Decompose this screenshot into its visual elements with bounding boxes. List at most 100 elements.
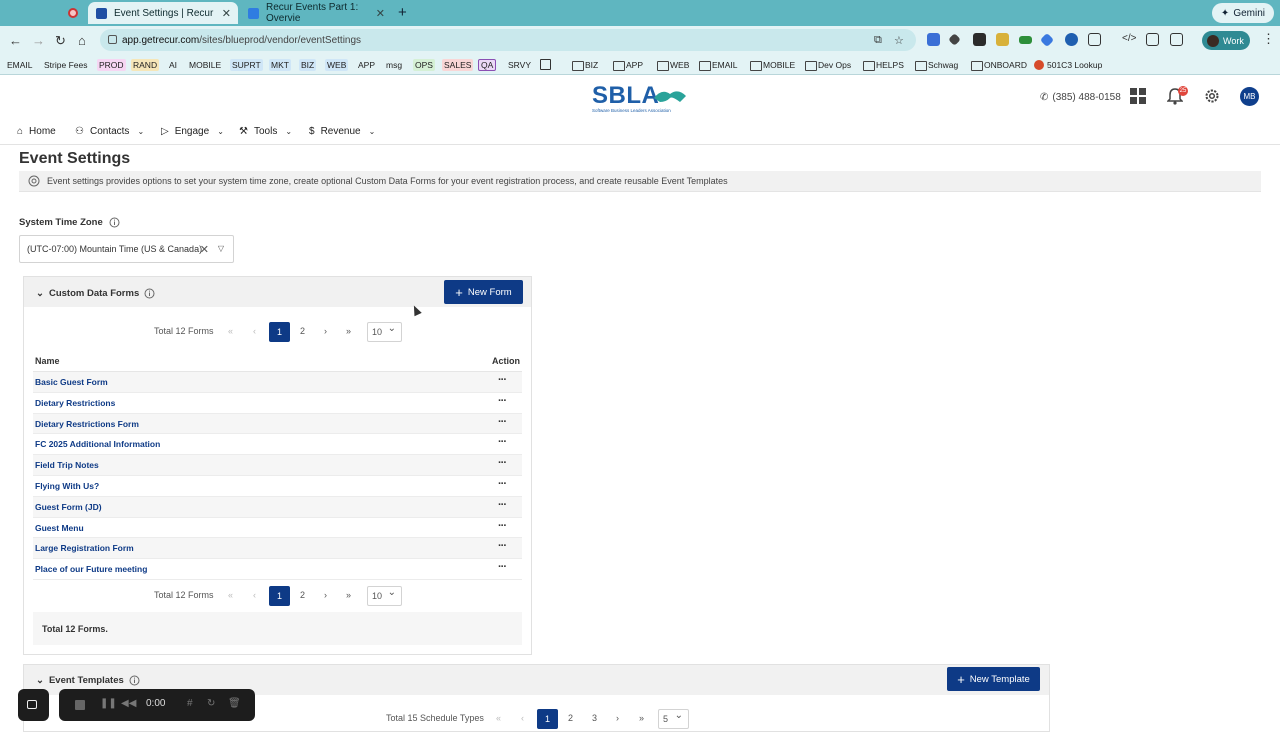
nav-engage[interactable]: ▷ Engage ⌄ (161, 126, 224, 137)
more-actions-icon[interactable]: ··· (498, 561, 507, 573)
bookmark-item[interactable]: MOBILE (187, 59, 223, 71)
form-link[interactable]: Basic Guest Form (35, 377, 108, 387)
page-button-current[interactable]: 1 (269, 322, 290, 342)
form-link[interactable]: Place of our Future meeting (35, 564, 147, 574)
bookmark-item[interactable]: AI (167, 59, 179, 71)
grid-icon[interactable]: # (187, 698, 193, 709)
bookmark-folder[interactable]: APP (612, 59, 645, 71)
prev-page-icon[interactable]: ‹ (253, 590, 256, 600)
bookmark-item[interactable]: OPS (413, 59, 435, 71)
more-actions-icon[interactable]: ··· (498, 416, 507, 428)
panel-title[interactable]: ⌄ Event Templates (36, 675, 140, 686)
bookmark-item[interactable]: WEB (325, 59, 349, 71)
last-page-icon[interactable]: » (346, 326, 351, 336)
info-icon[interactable] (129, 675, 140, 686)
next-page-icon[interactable]: › (324, 590, 327, 600)
more-actions-icon[interactable]: ··· (498, 395, 507, 407)
bookmark-item[interactable]: BIZ (299, 59, 317, 71)
install-app-icon[interactable]: ⧉ (874, 34, 882, 47)
bookmark-item[interactable]: EMAIL (5, 59, 35, 71)
more-actions-icon[interactable]: ··· (498, 478, 507, 490)
page-button[interactable]: 2 (568, 713, 573, 723)
trash-icon[interactable]: 🗑 (228, 698, 241, 709)
camera-toggle-button[interactable] (18, 689, 49, 721)
extensions-puzzle-icon[interactable] (1088, 33, 1101, 46)
profile-button[interactable]: Work (1202, 31, 1250, 50)
gear-icon[interactable] (1204, 88, 1220, 104)
pause-icon[interactable]: ❚❚ (100, 698, 117, 709)
bookmark-item[interactable]: SALES (442, 59, 474, 71)
form-link[interactable]: Flying With Us? (35, 481, 99, 491)
last-page-icon[interactable]: » (346, 590, 351, 600)
form-link[interactable]: Guest Form (JD) (35, 502, 102, 512)
more-actions-icon[interactable]: ··· (498, 436, 507, 448)
form-link[interactable]: Dietary Restrictions Form (35, 419, 139, 429)
close-tab-icon[interactable]: ✕ (376, 7, 385, 20)
bookmark-folder[interactable]: BIZ (571, 59, 600, 71)
new-tab-icon[interactable]: + (398, 4, 407, 21)
extension-green-icon[interactable] (1019, 36, 1032, 44)
browser-tab-event-settings[interactable]: Event Settings | Recur ✕ (88, 2, 238, 24)
tab-groups-icon[interactable] (1146, 33, 1159, 46)
extension-grid-icon[interactable] (973, 33, 986, 46)
back-icon[interactable]: ← (9, 33, 22, 48)
form-link[interactable]: Dietary Restrictions (35, 398, 115, 408)
page-size-select[interactable]: 5 (658, 707, 689, 729)
site-info-icon[interactable] (108, 35, 117, 44)
nav-tools[interactable]: ⚒ Tools ⌄ (239, 126, 292, 137)
chevron-down-icon[interactable]: ▽ (218, 244, 224, 253)
chevron-down-icon[interactable]: ⌄ (36, 288, 44, 299)
form-link[interactable]: FC 2025 Additional Information (35, 439, 160, 449)
nav-home[interactable]: ⌂ Home (17, 126, 56, 137)
more-actions-icon[interactable]: ··· (498, 499, 507, 511)
code-icon[interactable]: </> (1122, 33, 1136, 46)
extension-calendar-icon[interactable] (927, 33, 940, 46)
form-link[interactable]: Field Trip Notes (35, 460, 99, 470)
info-icon[interactable] (109, 217, 120, 228)
extension-yellow-icon[interactable] (996, 33, 1009, 46)
bookmark-folder[interactable]: Schwag (914, 59, 960, 71)
home-icon[interactable]: ⌂ (78, 33, 86, 48)
page-button-current[interactable]: 1 (269, 586, 290, 606)
bookmark-folder[interactable]: ONBOARD (970, 59, 1029, 71)
next-page-icon[interactable]: › (324, 326, 327, 336)
more-actions-icon[interactable]: ··· (498, 540, 507, 552)
more-actions-icon[interactable]: ··· (498, 457, 507, 469)
bookmark-item[interactable]: SRVY (506, 59, 533, 71)
new-template-button[interactable]: + New Template (947, 667, 1040, 691)
url-input[interactable]: app.getrecur.com/sites/blueprod/vendor/e… (100, 29, 916, 51)
bookmark-item[interactable]: Stripe Fees (42, 59, 89, 71)
page-button[interactable]: 2 (300, 326, 305, 336)
new-form-button[interactable]: + New Form (444, 280, 523, 304)
browser-menu-icon[interactable]: ⋮ (1262, 31, 1275, 46)
apps-grid-icon[interactable] (540, 59, 551, 70)
info-icon[interactable] (144, 288, 155, 299)
page-size-select[interactable]: 10 (367, 584, 402, 606)
reload-icon[interactable]: ↻ (55, 33, 66, 49)
close-tab-icon[interactable]: ✕ (222, 7, 231, 20)
form-link[interactable]: Guest Menu (35, 523, 84, 533)
forward-icon[interactable]: → (32, 33, 45, 48)
prev-page-icon[interactable]: ‹ (253, 326, 256, 336)
last-page-icon[interactable]: » (639, 713, 644, 723)
form-link[interactable]: Large Registration Form (35, 543, 134, 553)
first-page-icon[interactable]: « (228, 590, 233, 600)
bookmark-folder[interactable]: HELPS (862, 59, 906, 71)
page-button-current[interactable]: 1 (537, 709, 558, 729)
bookmark-item[interactable]: PROD (97, 59, 126, 71)
prev-page-icon[interactable]: ‹ (521, 713, 524, 723)
stop-icon[interactable] (75, 700, 85, 710)
bookmark-item[interactable]: SUPRT (230, 59, 263, 71)
extension-vpn-icon[interactable] (1065, 33, 1078, 46)
nav-contacts[interactable]: ⚇ Contacts ⌄ (75, 126, 144, 137)
more-actions-icon[interactable]: ··· (498, 520, 507, 532)
bookmark-item[interactable]: QA (478, 59, 497, 71)
column-header-name[interactable]: Name (35, 356, 60, 366)
page-button[interactable]: 2 (300, 590, 305, 600)
chevron-down-icon[interactable]: ⌄ (36, 675, 44, 686)
restart-icon[interactable]: ↻ (207, 698, 215, 709)
next-page-icon[interactable]: › (616, 713, 619, 723)
page-size-select[interactable]: 10 (367, 320, 402, 342)
side-panel-icon[interactable] (1170, 33, 1183, 46)
bookmark-item[interactable]: APP (356, 59, 377, 71)
